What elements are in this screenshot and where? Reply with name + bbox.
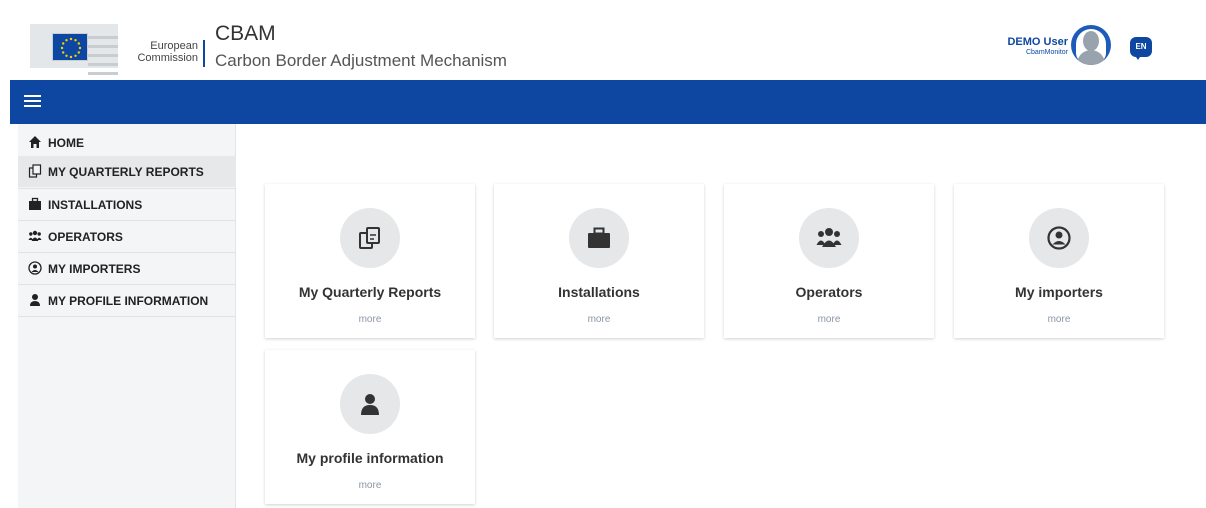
card-title: My Quarterly Reports <box>298 284 442 300</box>
sidebar-item-my-importers[interactable]: MY IMPORTERS <box>18 253 236 284</box>
card-icon-circle <box>340 374 400 434</box>
logo-lines <box>88 30 118 75</box>
card-my-profile-information[interactable]: My profile information more <box>265 350 475 504</box>
more-link[interactable]: more <box>265 314 475 325</box>
sidebar-item-label: HOME <box>48 136 84 150</box>
user-icon <box>30 294 40 306</box>
header-divider <box>203 40 205 67</box>
more-link[interactable]: more <box>724 314 934 325</box>
sidebar-item-home[interactable]: HOME <box>18 127 236 158</box>
card-icon-circle <box>569 208 629 268</box>
sidebar: HOME MY QUARTERLY REPORTS INSTALLATIONS … <box>18 124 236 508</box>
user-info[interactable]: DEMO User CbamMonitor <box>1000 36 1068 57</box>
top-navbar <box>10 80 1206 124</box>
card-title: Installations <box>558 284 640 300</box>
sidebar-item-my-quarterly-reports[interactable]: MY QUARTERLY REPORTS <box>18 156 236 187</box>
reports-icon <box>359 227 380 249</box>
user-role: CbamMonitor <box>1025 49 1068 56</box>
logo-text: European Commission <box>122 40 198 64</box>
sidebar-item-label: MY QUARTERLY REPORTS <box>48 165 204 179</box>
card-icon-circle <box>340 208 400 268</box>
reports-icon <box>28 164 42 178</box>
user-name: DEMO User <box>1007 36 1068 48</box>
briefcase-icon <box>588 227 610 248</box>
more-link[interactable]: more <box>494 314 704 325</box>
speech-bubble-tail <box>1134 54 1142 60</box>
user-avatar-icon[interactable] <box>1071 25 1111 65</box>
header: European Commission CBAM Carbon Border A… <box>0 0 1206 80</box>
card-my-quarterly-reports[interactable]: My Quarterly Reports more <box>265 184 475 338</box>
sidebar-item-installations[interactable]: INSTALLATIONS <box>18 189 236 220</box>
user-circle-icon <box>28 261 42 275</box>
sidebar-item-label: MY IMPORTERS <box>48 262 141 276</box>
european-commission-logo[interactable]: European Commission <box>30 18 205 75</box>
card-operators[interactable]: Operators more <box>724 184 934 338</box>
card-title: My importers <box>1015 284 1103 300</box>
user-circle-icon <box>1047 226 1071 250</box>
sidebar-item-label: INSTALLATIONS <box>48 198 143 212</box>
more-link[interactable]: more <box>954 314 1164 325</box>
briefcase-icon <box>29 197 41 210</box>
sidebar-item-my-profile-information[interactable]: MY PROFILE INFORMATION <box>18 285 236 316</box>
sidebar-item-label: OPERATORS <box>48 230 123 244</box>
logo-background <box>30 24 118 75</box>
more-link[interactable]: more <box>265 480 475 491</box>
card-icon-circle <box>1029 208 1089 268</box>
app-title: CBAM <box>215 22 276 45</box>
users-icon <box>816 228 842 247</box>
logo-text-line2: Commission <box>137 52 198 64</box>
hamburger-icon[interactable] <box>24 95 41 108</box>
user-icon <box>361 394 379 415</box>
card-my-importers[interactable]: My importers more <box>954 184 1164 338</box>
avatar-head <box>1083 31 1099 51</box>
card-title: Operators <box>795 284 863 300</box>
sidebar-divider <box>18 316 236 317</box>
app-subtitle: Carbon Border Adjustment Mechanism <box>215 51 507 70</box>
card-installations[interactable]: Installations more <box>494 184 704 338</box>
card-title: My profile information <box>296 450 444 466</box>
eu-flag-icon <box>52 33 88 61</box>
sidebar-item-operators[interactable]: OPERATORS <box>18 221 236 252</box>
card-icon-circle <box>799 208 859 268</box>
home-icon <box>29 136 41 148</box>
sidebar-item-label: MY PROFILE INFORMATION <box>48 294 209 308</box>
users-icon <box>28 230 42 241</box>
logo-text-line1: European <box>150 40 198 52</box>
